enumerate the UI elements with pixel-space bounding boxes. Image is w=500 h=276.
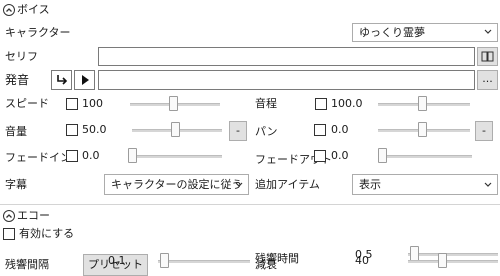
voice-section-title[interactable]: ボイス: [17, 3, 50, 17]
subtitle-select[interactable]: キャラクターの設定に従う: [104, 174, 249, 195]
pitch-value: 100.0: [331, 97, 363, 110]
serif-input[interactable]: [98, 47, 475, 66]
additem-select-value: 表示: [359, 178, 381, 191]
echo-enable-label[interactable]: 有効にする: [19, 227, 74, 241]
additem-label: 追加アイテム: [255, 178, 320, 191]
pronunciation-label: 発音: [5, 73, 30, 87]
pitch-label: 音程: [255, 97, 277, 110]
voice-collapse-icon[interactable]: [3, 4, 15, 16]
fadeout-checkbox[interactable]: [314, 150, 326, 162]
fadein-slider-track[interactable]: [130, 155, 222, 158]
pan-minus-button[interactable]: -: [475, 121, 493, 141]
fadein-checkbox[interactable]: [66, 150, 78, 162]
character-select-value: ゆっくり霊夢: [359, 26, 425, 39]
decay-slider-track[interactable]: [408, 260, 498, 263]
reverb-interval-label: 残響間隔: [5, 258, 49, 271]
decay-value: 40: [355, 254, 369, 267]
pan-label: パン: [255, 125, 278, 138]
chevron-down-icon: [235, 182, 243, 187]
fadeout-value: 0.0: [331, 149, 349, 162]
subtitle-select-value: キャラクターの設定に従う: [111, 178, 243, 191]
speed-value: 100: [82, 97, 103, 110]
pitch-slider-thumb[interactable]: [417, 96, 427, 111]
fadein-value: 0.0: [82, 149, 100, 162]
chevron-down-icon: [484, 29, 492, 34]
decay-label: 減衰: [255, 258, 277, 271]
book-icon: [481, 51, 494, 62]
speed-checkbox[interactable]: [66, 98, 78, 110]
play-icon: [82, 75, 89, 85]
subtitle-label: 字幕: [5, 178, 27, 191]
additem-select[interactable]: 表示: [352, 174, 498, 195]
echo-collapse-icon[interactable]: [3, 210, 15, 222]
pronunciation-input[interactable]: [98, 70, 475, 90]
fadeout-slider-thumb[interactable]: [378, 148, 387, 163]
fadeout-slider-track[interactable]: [380, 155, 472, 158]
reverb-interval-value: 0.1: [108, 254, 126, 267]
more-button[interactable]: ...: [477, 70, 498, 90]
return-arrow-icon: [57, 75, 68, 85]
copy-pronunciation-button[interactable]: [51, 70, 72, 90]
character-select[interactable]: ゆっくり霊夢: [352, 23, 498, 42]
play-button[interactable]: [74, 70, 95, 90]
echo-enable-checkbox[interactable]: [3, 228, 15, 240]
chevron-down-icon: [484, 182, 492, 187]
fadein-label: フェードイン: [5, 151, 71, 164]
section-divider: [0, 204, 500, 205]
pitch-checkbox[interactable]: [315, 98, 327, 110]
character-label: キャラクター: [5, 26, 71, 39]
pan-slider-thumb[interactable]: [417, 122, 427, 137]
volume-value: 50.0: [82, 123, 107, 136]
pan-value: 0.0: [331, 123, 349, 136]
echo-section-title[interactable]: エコー: [17, 209, 50, 223]
speed-slider-thumb[interactable]: [168, 96, 178, 111]
volume-label: 音量: [5, 125, 27, 138]
dictionary-button[interactable]: [477, 47, 498, 66]
volume-checkbox[interactable]: [66, 124, 78, 136]
speed-label: スピード: [5, 97, 49, 110]
reverb-interval-slider-thumb[interactable]: [160, 253, 170, 268]
volume-slider-thumb[interactable]: [170, 122, 180, 137]
reverb-time-slider-track[interactable]: [408, 253, 498, 256]
volume-minus-button[interactable]: -: [229, 121, 247, 141]
reverb-interval-slider-track[interactable]: [158, 260, 250, 263]
serif-label: セリフ: [5, 50, 38, 63]
pan-checkbox[interactable]: [314, 124, 326, 136]
fadein-slider-thumb[interactable]: [128, 148, 137, 163]
decay-slider-thumb[interactable]: [438, 253, 448, 268]
reverb-time-slider-thumb[interactable]: [410, 246, 420, 261]
